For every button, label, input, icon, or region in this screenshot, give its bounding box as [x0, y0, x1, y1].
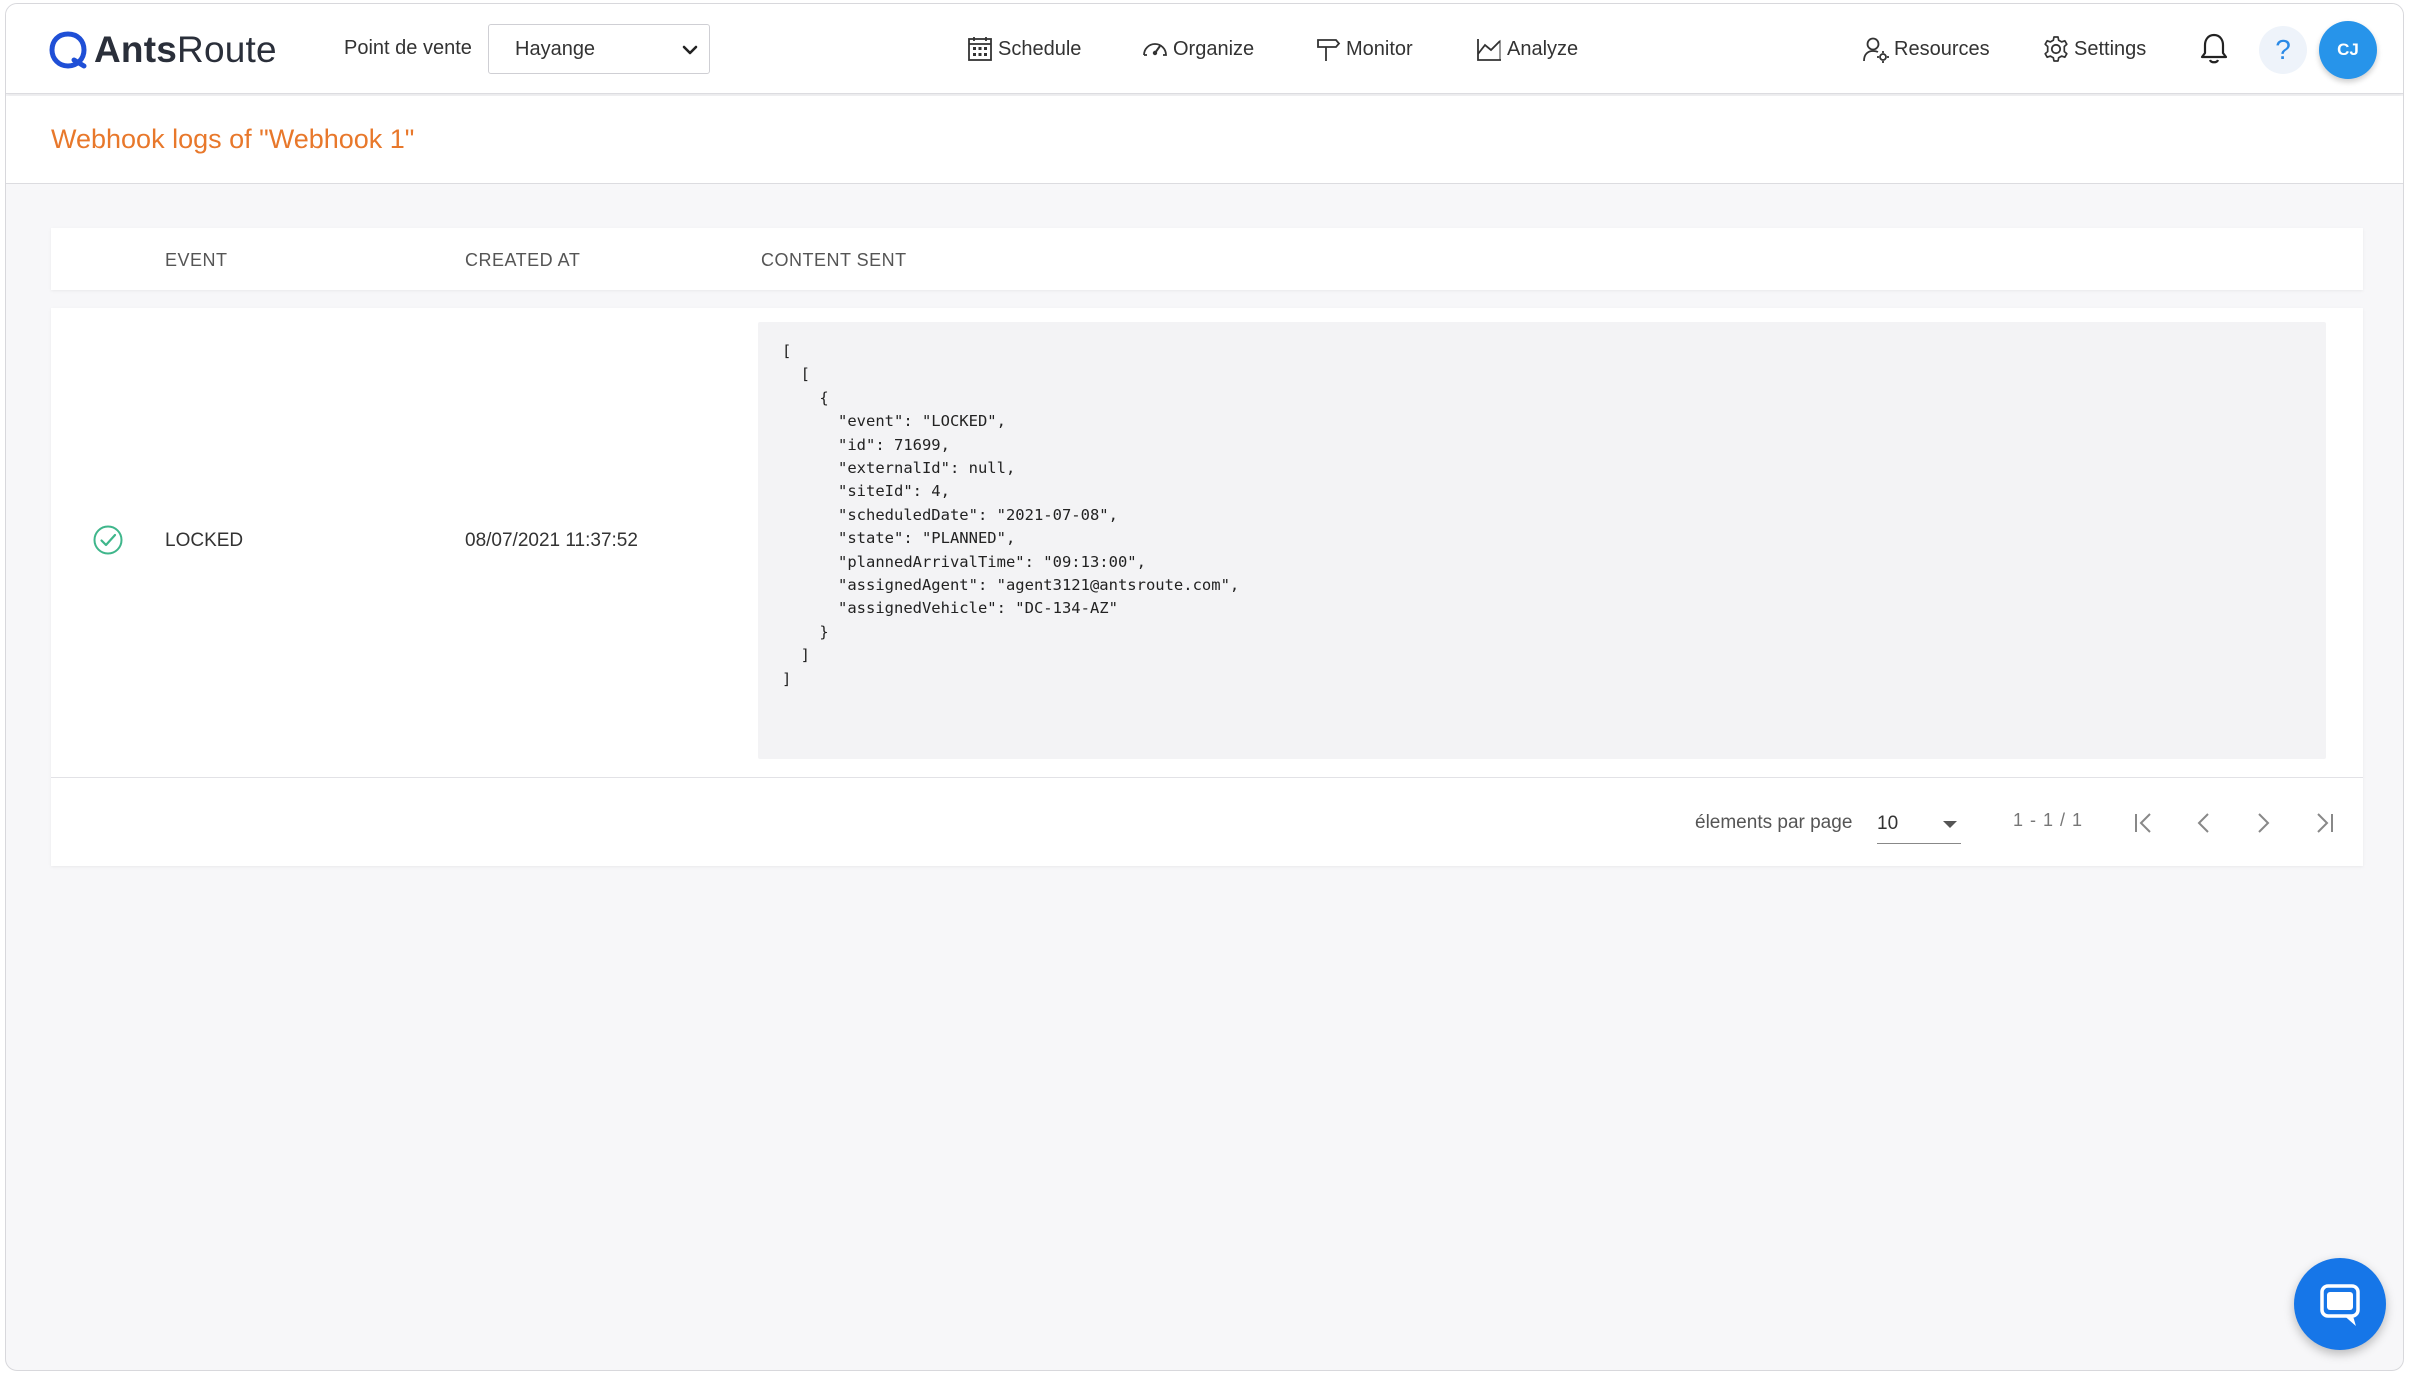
nav-schedule[interactable]: Schedule — [966, 32, 1081, 66]
chart-icon — [1477, 39, 1501, 61]
nav-analyze-label: Analyze — [1507, 37, 1579, 60]
table-body: LOCKED 08/07/2021 11:37:52 [ [ { "event"… — [51, 308, 2363, 866]
items-per-page-value: 10 — [1877, 813, 1899, 834]
point-de-vente-label: Point de vente — [344, 37, 472, 59]
calendar-icon — [968, 37, 992, 61]
created-at-cell: 08/07/2021 11:37:52 — [465, 530, 638, 551]
chat-bubble-icon — [2320, 1284, 2360, 1326]
nav-monitor[interactable]: Monitor — [1314, 32, 1413, 66]
signpost-icon — [1317, 39, 1341, 61]
logo-text: AntsRoute — [94, 29, 277, 70]
nav-organize-label: Organize — [1173, 37, 1255, 60]
help-button[interactable]: ? — [2259, 26, 2307, 74]
nav-monitor-label: Monitor — [1346, 37, 1413, 60]
nav-schedule-label: Schedule — [998, 37, 1082, 60]
column-header-content-sent[interactable]: CONTENT SENT — [761, 250, 907, 271]
gear-icon — [2044, 36, 2068, 62]
nav-settings-label: Settings — [2074, 37, 2147, 60]
previous-page-icon[interactable] — [2189, 808, 2219, 838]
nav-settings[interactable]: Settings — [2042, 32, 2146, 66]
event-cell: LOCKED — [165, 530, 244, 551]
top-navbar: AntsRoute Point de vente Hayange Schedul… — [6, 4, 2403, 94]
nav-resources[interactable]: Resources — [1862, 32, 1990, 66]
column-header-event[interactable]: EVENT — [165, 250, 228, 271]
antsroute-logo[interactable]: AntsRoute — [48, 28, 277, 72]
content-sent-cell: [ [ { "event": "LOCKED", "id": 71699, "e… — [758, 322, 2326, 759]
app-window: AntsRoute Point de vente Hayange Schedul… — [5, 3, 2404, 1371]
nav-organize[interactable]: Organize — [1141, 32, 1254, 66]
next-page-icon[interactable] — [2248, 808, 2278, 838]
gauge-icon — [1143, 43, 1167, 56]
page-title: Webhook logs of "Webhook 1" — [51, 124, 415, 154]
nav-analyze[interactable]: Analyze — [1475, 32, 1578, 66]
table-row: LOCKED 08/07/2021 11:37:52 [ [ { "event"… — [51, 308, 2363, 778]
chevron-down-icon — [682, 45, 698, 55]
last-page-icon[interactable] — [2308, 808, 2338, 838]
page-range: 1 - 1 / 1 — [2013, 810, 2084, 830]
pagination-bar: élements par page 10 1 - 1 / 1 — [51, 780, 2363, 866]
check-circle-icon — [93, 525, 123, 555]
point-de-vente-select[interactable]: Hayange — [488, 24, 710, 74]
bell-icon[interactable] — [2198, 32, 2230, 66]
items-per-page-label: élements par page — [1695, 812, 1853, 833]
logo-mark-icon — [49, 31, 87, 69]
chat-launcher-button[interactable] — [2294, 1258, 2386, 1350]
items-per-page-select[interactable]: 10 — [1877, 804, 1961, 844]
point-de-vente-value: Hayange — [515, 38, 596, 60]
resources-icon — [1863, 37, 1889, 63]
table-header: EVENT CREATED AT CONTENT SENT — [51, 228, 2363, 290]
user-avatar[interactable]: CJ — [2319, 21, 2377, 79]
first-page-icon[interactable] — [2130, 808, 2160, 838]
column-header-created-at[interactable]: CREATED AT — [465, 250, 580, 271]
dropdown-arrow-icon — [1943, 821, 1957, 828]
page-header: Webhook logs of "Webhook 1" — [6, 96, 2403, 184]
nav-resources-label: Resources — [1894, 37, 1990, 60]
